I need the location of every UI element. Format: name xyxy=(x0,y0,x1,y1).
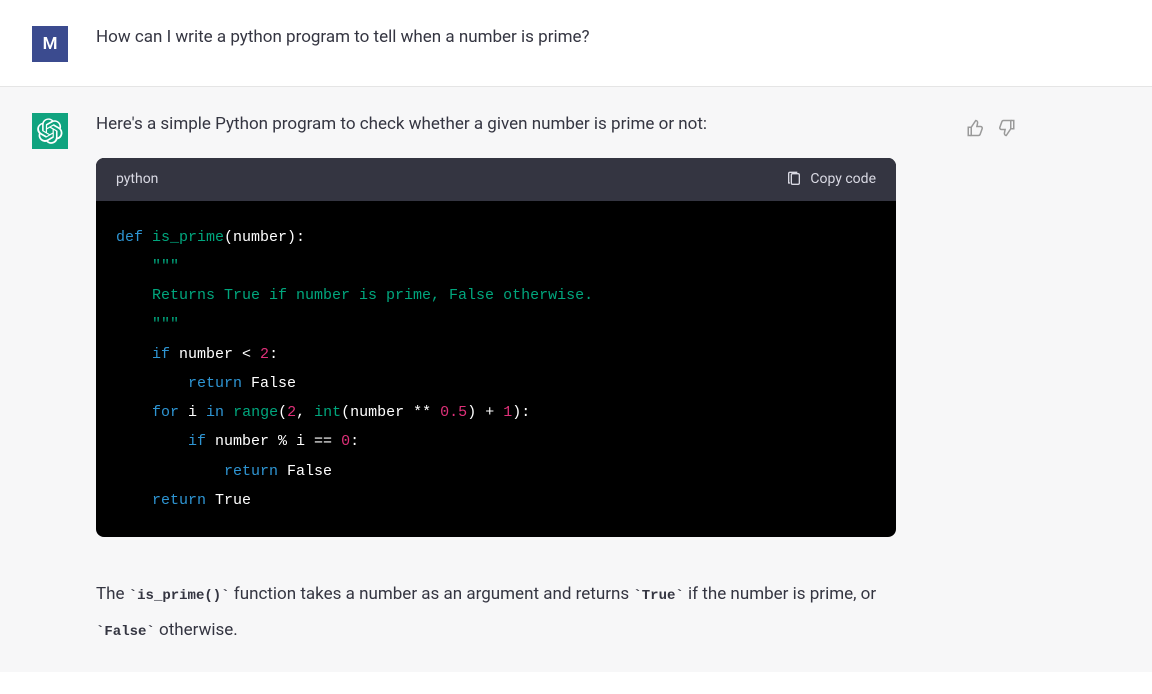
user-avatar-letter: M xyxy=(43,34,58,54)
user-message-text: How can I write a python program to tell… xyxy=(96,27,590,47)
code-token: def xyxy=(116,229,143,246)
code-token: is_prime xyxy=(152,229,224,246)
code-token: number < xyxy=(170,346,260,363)
assistant-message-content: Here's a simple Python program to check … xyxy=(96,111,916,648)
inline-code: `True` xyxy=(633,588,683,604)
copy-code-label: Copy code xyxy=(810,168,876,190)
code-token: return xyxy=(152,492,206,509)
code-token: Returns True if number is prime, False o… xyxy=(116,287,593,304)
user-avatar-col: M xyxy=(0,24,68,62)
code-header: python Copy code xyxy=(96,158,896,200)
code-block: python Copy code def is_prime(number): "… xyxy=(96,158,896,537)
code-token: return xyxy=(224,463,278,480)
code-token: number % i == xyxy=(206,433,341,450)
assistant-message-row: Here's a simple Python program to check … xyxy=(0,86,1152,672)
openai-logo-icon xyxy=(37,118,63,144)
explanation-text: The xyxy=(96,584,129,604)
assistant-avatar xyxy=(32,113,68,149)
code-token: 0.5 xyxy=(440,404,467,421)
code-token: range xyxy=(224,404,278,421)
code-token: for xyxy=(152,404,179,421)
code-token: False xyxy=(242,375,296,392)
code-token: (number ** xyxy=(341,404,440,421)
code-token: : xyxy=(269,346,278,363)
code-token: ): xyxy=(512,404,530,421)
code-token: ) + xyxy=(467,404,503,421)
code-language-label: python xyxy=(116,168,158,190)
explanation-paragraph: The `is_prime()` function takes a number… xyxy=(96,577,896,648)
copy-code-button[interactable]: Copy code xyxy=(786,168,876,190)
thumbs-down-button[interactable] xyxy=(996,117,1018,139)
inline-code: `False` xyxy=(96,624,155,640)
code-token: if xyxy=(152,346,170,363)
code-token: True xyxy=(206,492,251,509)
code-token: False xyxy=(278,463,332,480)
code-token: , xyxy=(296,404,314,421)
user-message-row: M How can I write a python program to te… xyxy=(0,0,1152,86)
code-token: (number): xyxy=(224,229,305,246)
code-token: return xyxy=(188,375,242,392)
code-token: """ xyxy=(116,258,179,275)
explanation-text: otherwise. xyxy=(155,620,238,640)
thumbs-up-button[interactable] xyxy=(964,117,986,139)
user-actions xyxy=(944,24,1064,62)
code-token: int xyxy=(314,404,341,421)
code-token: if xyxy=(188,433,206,450)
code-token: 1 xyxy=(503,404,512,421)
assistant-actions xyxy=(944,111,1064,648)
thumbs-up-icon xyxy=(966,119,984,137)
user-avatar: M xyxy=(32,26,68,62)
code-token: in xyxy=(206,404,224,421)
code-token: 2 xyxy=(260,346,269,363)
code-body[interactable]: def is_prime(number): """ Returns True i… xyxy=(96,201,896,538)
user-message-content: How can I write a python program to tell… xyxy=(96,24,916,62)
inline-code: `is_prime()` xyxy=(129,588,230,604)
explanation-text: if the number is prime, or xyxy=(684,584,876,604)
explanation-text: function takes a number as an argument a… xyxy=(230,584,634,604)
code-token: i xyxy=(179,404,206,421)
assistant-intro-text: Here's a simple Python program to check … xyxy=(96,111,896,138)
clipboard-icon xyxy=(786,171,802,187)
thumbs-down-icon xyxy=(998,119,1016,137)
code-token: ( xyxy=(278,404,287,421)
code-token: 0 xyxy=(341,433,350,450)
code-token: : xyxy=(350,433,359,450)
code-token: """ xyxy=(116,316,179,333)
code-token: 2 xyxy=(287,404,296,421)
assistant-avatar-col xyxy=(0,111,68,648)
